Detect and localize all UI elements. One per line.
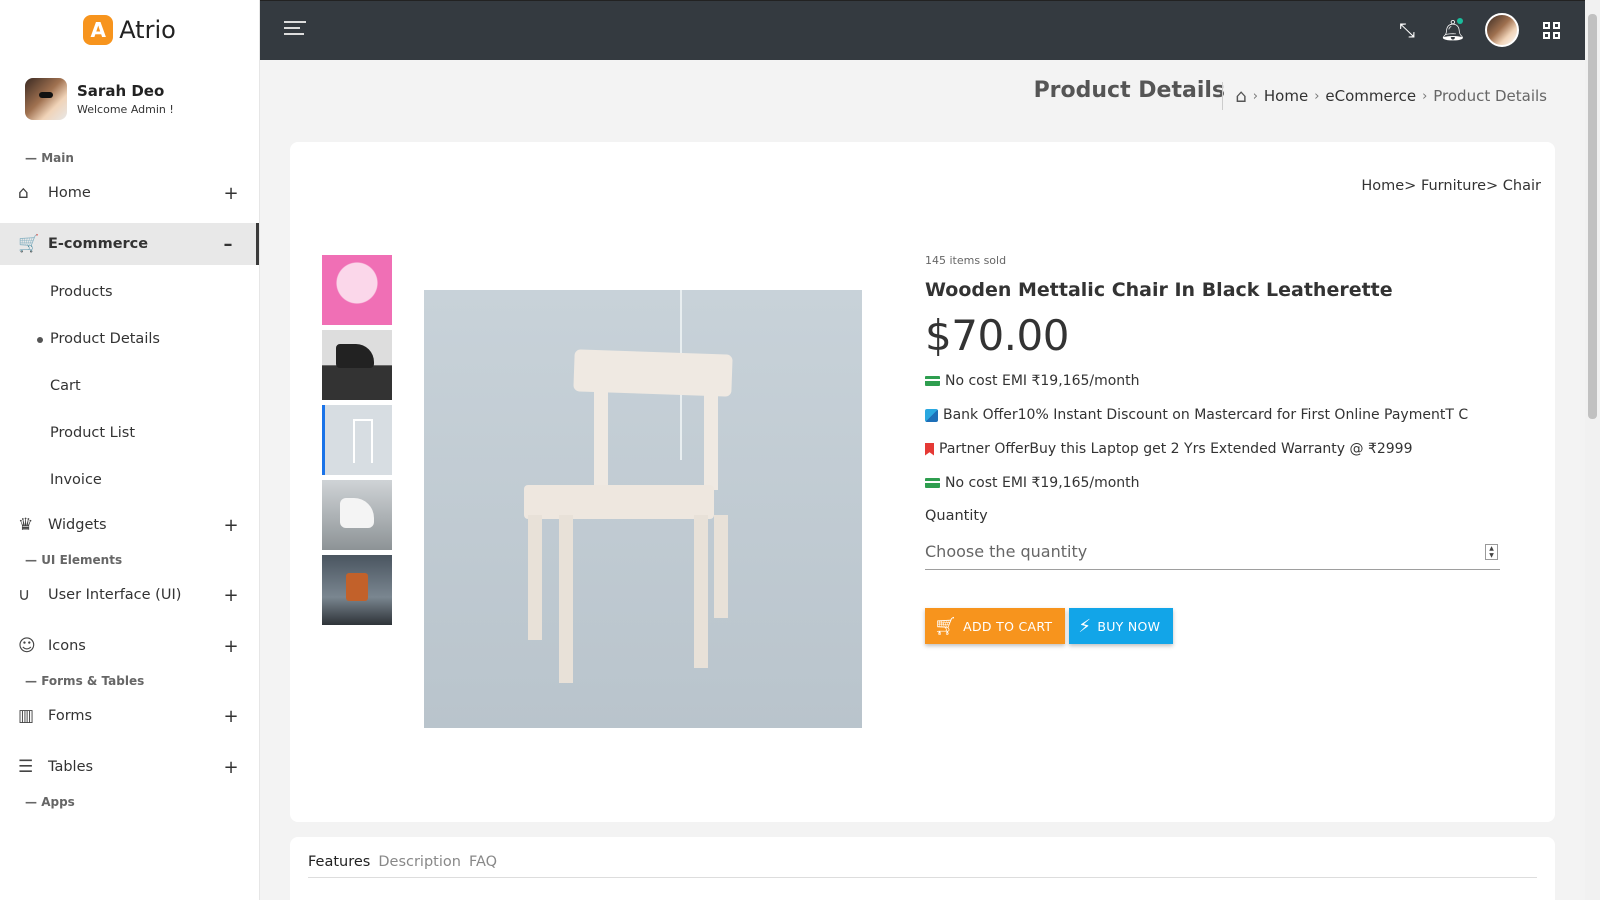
sidebar-item-widgets[interactable]: ♛ Widgets + (0, 504, 259, 546)
logo[interactable]: A Atrio (0, 0, 259, 60)
sidebar-subitem-cart[interactable]: Cart (0, 363, 259, 410)
category-path[interactable]: Home> Furniture> Chair (1361, 178, 1541, 194)
expand-icon[interactable]: + (221, 706, 241, 727)
nav-caption-apps: — Apps (25, 795, 75, 809)
expand-icon[interactable]: + (221, 757, 241, 778)
bank-offer-icon (925, 408, 938, 422)
breadcrumb-ecommerce[interactable]: eCommerce (1325, 87, 1416, 105)
tab-faq[interactable]: FAQ (469, 854, 497, 870)
sidebar-item-ecommerce[interactable]: 🛒 E-commerce – (0, 223, 259, 265)
sidebar-item-label: Icons (48, 638, 86, 654)
offer-bank: Bank Offer10% Instant Discount on Master… (925, 407, 1505, 423)
expand-icon[interactable]: + (221, 636, 241, 657)
sidebar-item-user-interface[interactable]: ∪ User Interface (UI) + (0, 574, 259, 616)
sidebar-item-label: E-commerce (48, 236, 149, 252)
sidebar-item-label: Home (48, 185, 91, 201)
home-icon: ⌂ (18, 183, 29, 203)
apps-grid-icon[interactable] (1537, 16, 1565, 44)
thumbnail-list (322, 255, 392, 630)
expand-icon[interactable]: + (221, 585, 241, 606)
cart-plus-icon: 🛒︎ (934, 615, 958, 637)
logo-text: Atrio (119, 16, 176, 44)
sidebar-subitem-product-details[interactable]: Product Details (0, 316, 259, 363)
tab-features[interactable]: Features (308, 854, 370, 870)
sidebar-item-home[interactable]: ⌂ Home + (0, 172, 259, 214)
sidebar-subitem-invoice[interactable]: Invoice (0, 457, 259, 504)
chevron-right-icon: › (1252, 88, 1258, 104)
add-to-cart-button[interactable]: 🛒︎ ADD TO CART (925, 608, 1066, 644)
bell-icon[interactable]: 🔔︎ (1439, 16, 1467, 44)
profile-role: Welcome Admin ! (77, 103, 174, 116)
credit-card-icon (925, 478, 940, 488)
quantity-input[interactable]: Choose the quantity ▲ ▼ (925, 534, 1500, 570)
credit-card-icon (925, 376, 940, 386)
avatar (25, 78, 67, 120)
smile-icon: ☺ (18, 636, 36, 656)
thumbnail-black-chair[interactable] (322, 330, 392, 400)
sidebar-item-label: Forms (48, 708, 93, 724)
product-card: Home> Furniture> Chair 145 items sold Wo… (290, 142, 1555, 822)
scrollbar[interactable] (1585, 0, 1600, 900)
sidebar-item-label: Widgets (48, 517, 107, 533)
nav-caption-forms-tables: — Forms & Tables (25, 674, 145, 688)
chevron-right-icon: › (1422, 88, 1428, 104)
lightning-icon: ⚡︎ (1078, 615, 1092, 637)
breadcrumb-current: Product Details (1433, 87, 1547, 105)
sidebar-item-label: User Interface (UI) (48, 587, 182, 603)
product-info: 145 items sold Wooden Mettalic Chair In … (925, 254, 1505, 644)
layout-icon: ▥ (18, 706, 35, 726)
logo-mark: A (83, 15, 114, 45)
scrollbar-thumb[interactable] (1588, 14, 1597, 419)
nav-caption-ui-elements: — UI Elements (25, 553, 123, 567)
sidebar: A Atrio Sarah Deo Welcome Admin ! — Main… (0, 0, 260, 900)
offer-emi: No cost EMI ₹19,165/month (925, 373, 1505, 389)
user-profile[interactable]: Sarah Deo Welcome Admin ! (0, 60, 259, 134)
sidebar-subitem-products[interactable]: Products (0, 269, 259, 316)
sidebar-item-forms[interactable]: ▥ Forms + (0, 695, 259, 737)
offer-emi-2: No cost EMI ₹19,165/month (925, 475, 1505, 491)
quantity-placeholder: Choose the quantity (925, 542, 1088, 561)
sidebar-item-label: Tables (48, 759, 94, 775)
list-icon: ☰ (18, 757, 34, 777)
product-main-image[interactable] (424, 290, 862, 728)
user-avatar[interactable] (1485, 13, 1519, 47)
cart-icon: 🛒 (18, 234, 40, 254)
breadcrumb-home[interactable]: Home (1264, 87, 1308, 105)
nav-caption-main: — Main (25, 151, 74, 165)
magnet-icon: ∪ (18, 585, 31, 605)
thumbnail-grey-chair[interactable] (322, 480, 392, 550)
chevron-right-icon: › (1314, 88, 1320, 104)
collapse-icon[interactable]: – (218, 234, 238, 255)
sidebar-subitem-product-list[interactable]: Product List (0, 410, 259, 457)
sidebar-item-icons[interactable]: ☺ Icons + (0, 625, 259, 667)
home-icon[interactable]: ⌂ (1235, 86, 1246, 107)
quantity-label: Quantity (925, 508, 988, 524)
offer-partner: Partner OfferBuy this Laptop get 2 Yrs E… (925, 441, 1505, 457)
thumbnail-leather-chair[interactable] (322, 555, 392, 625)
topbar: ⤡ 🔔︎ (260, 0, 1585, 60)
notification-dot (1457, 18, 1463, 24)
expand-icon[interactable]: + (221, 515, 241, 536)
fullscreen-icon[interactable]: ⤡ (1393, 16, 1421, 44)
bookmark-icon (925, 442, 934, 456)
page-title: Product Details (1033, 78, 1225, 103)
thumbnail-pink-chair[interactable] (322, 255, 392, 325)
product-name: Wooden Mettalic Chair In Black Leatheret… (925, 279, 1393, 301)
details-tabs-card: Features Description FAQ (290, 837, 1555, 900)
sidebar-item-tables[interactable]: ☰ Tables + (0, 746, 259, 788)
quantity-stepper[interactable]: ▲ ▼ (1485, 543, 1498, 560)
details-tabs: Features Description FAQ (308, 854, 497, 870)
profile-name: Sarah Deo (77, 82, 165, 100)
product-price: $70.00 (925, 311, 1069, 360)
crown-icon: ♛ (18, 515, 34, 535)
items-sold: 145 items sold (925, 254, 1007, 267)
expand-icon[interactable]: + (221, 183, 241, 204)
buy-now-button[interactable]: ⚡︎ BUY NOW (1069, 608, 1174, 644)
thumbnail-white-chair[interactable] (322, 405, 392, 475)
tab-description[interactable]: Description (378, 854, 461, 870)
breadcrumb: ⌂ › Home › eCommerce › Product Details (1222, 82, 1547, 110)
menu-toggle-icon[interactable] (284, 21, 306, 39)
page-header: Product Details ⌂ › Home › eCommerce › P… (260, 60, 1585, 140)
